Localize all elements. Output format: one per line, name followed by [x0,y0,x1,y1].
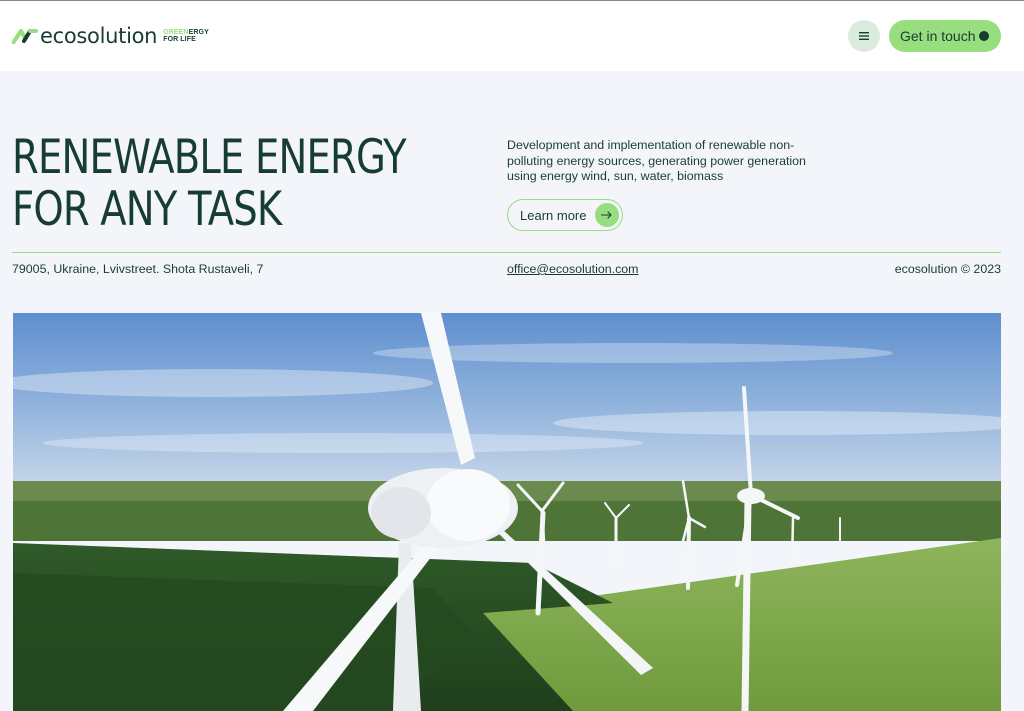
address-text: 79005, Ukraine, Lvivstreet. Shota Rustav… [12,262,264,276]
hero-title-line2: FOR ANY TASK [12,182,282,237]
hero-divider [12,252,1001,253]
get-in-touch-button[interactable]: Get in touch [889,20,1001,52]
logo-tagline-green: GREEN [163,29,189,36]
menu-icon [859,32,869,40]
wind-turbines-photo [13,313,1001,711]
get-in-touch-label: Get in touch [900,28,976,44]
dot-icon [979,31,989,41]
logo-tagline-dark: ERGY [188,29,209,36]
hero-title: RENEWABLE ENERGY FOR ANY TASK [12,130,407,237]
learn-more-button[interactable]: Learn more [507,199,623,231]
hero-image [13,313,1001,711]
site-header: ecosolution GREEN ERGY FOR LIFE Get in to… [0,1,1024,71]
learn-more-label: Learn more [520,207,587,223]
logo-wordmark: ecosolution [40,23,158,48]
arrow-right-icon [595,203,619,227]
logo[interactable]: ecosolution GREEN ERGY FOR LIFE [12,23,209,49]
copyright-text: ecosolution © 2023 [894,262,1001,276]
menu-button[interactable] [848,20,880,52]
email-link[interactable]: office@ecosolution.com [507,262,639,276]
logo-tagline-line2: FOR LIFE [163,36,196,43]
hero-title-line1: RENEWABLE ENERGY [12,130,407,185]
logo-mark-icon [12,29,38,44]
hero-description: Development and implementation of renewa… [507,138,806,183]
logo-tagline: GREEN ERGY FOR LIFE [163,29,209,43]
